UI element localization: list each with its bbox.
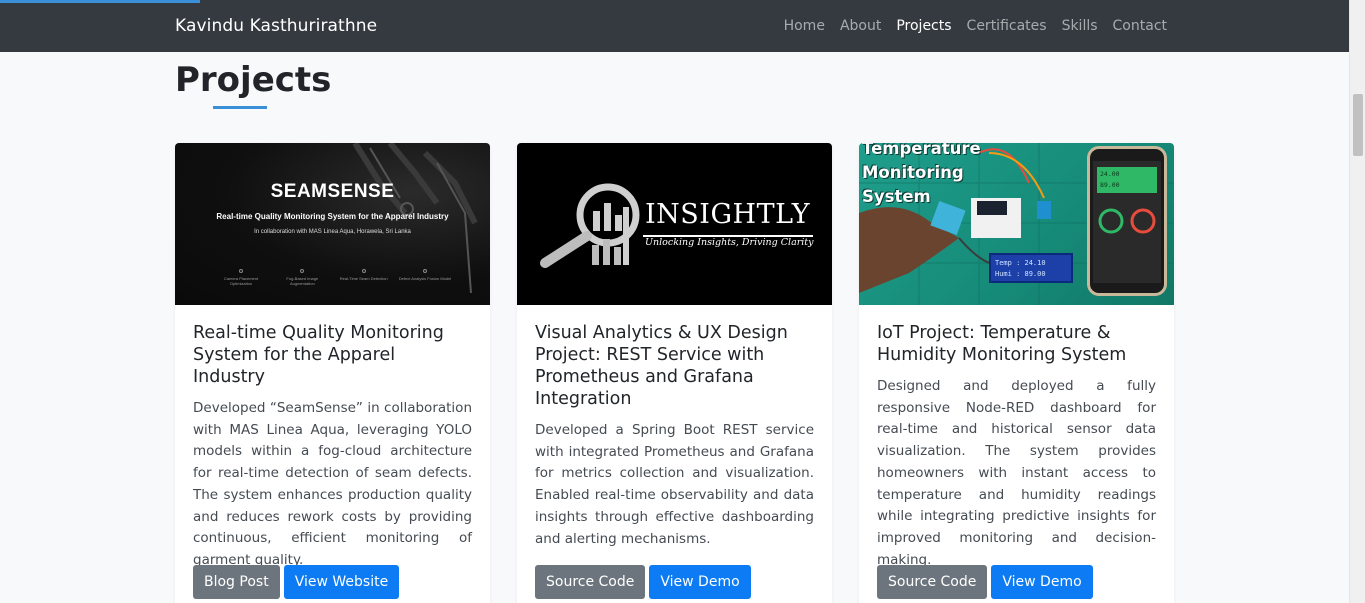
source-code-button[interactable]: Source Code [877,565,988,599]
feature-item: Real-Time Seam Detection [336,269,392,286]
seamsense-subtitle: Real-time Quality Monitoring System for … [216,212,449,221]
project-image-iot: Temperature Monitoring System Temp : 24.… [859,143,1174,305]
scroll-progress-bar [0,0,200,3]
seamsense-features: Camera Placement Optimization Fog-Based … [213,269,453,286]
feature-item: Camera Placement Optimization [213,269,269,286]
page-scrollbar[interactable] [1349,0,1365,603]
feature-item: Fog-Based Image Augmentation [274,269,330,286]
card-actions: Source Code View Demo [535,565,751,599]
nav-link-certificates[interactable]: Certificates [967,18,1047,34]
project-image-seamsense: SEAMSENSE Real-time Quality Monitoring S… [175,143,490,305]
card-description: Developed a Spring Boot REST service wit… [535,422,814,547]
seamsense-logo: SEAMSENSE [270,181,395,202]
nav-link-skills[interactable]: Skills [1062,18,1098,34]
view-website-button[interactable]: View Website [283,565,400,599]
title-underline [213,106,267,109]
lcd-display: Temp : 24.10 Humi : 89.00 [989,253,1073,283]
view-demo-button[interactable]: View Demo [991,565,1093,599]
brand-logo[interactable]: Kavindu Kasthurirathne [175,16,377,36]
nav-links: Home About Projects Certificates Skills … [784,18,1167,34]
blog-post-button[interactable]: Blog Post [193,565,280,599]
card-description: Designed and deployed a fully responsive… [877,378,1156,568]
nav-link-home[interactable]: Home [784,18,825,34]
nav-link-contact[interactable]: Contact [1113,18,1167,34]
source-code-button[interactable]: Source Code [535,565,646,599]
card-body: IoT Project: Temperature & Humidity Moni… [859,305,1174,571]
card-title: Real-time Quality Monitoring System for … [193,323,444,387]
card-actions: Blog Post View Website [193,565,400,599]
insightly-tagline: Unlocking Insights, Driving Clarity [645,237,814,248]
card-title: Visual Analytics & UX Design Project: RE… [535,323,788,409]
iot-image-heading: Temperature Monitoring System [862,143,981,206]
insightly-logo: INSIGHTLY [645,199,811,230]
seamsense-collab: In collaboration with MAS Linea Aqua, Ho… [254,229,411,235]
card-body: Visual Analytics & UX Design Project: RE… [517,305,832,550]
view-demo-button[interactable]: View Demo [649,565,751,599]
card-title: IoT Project: Temperature & Humidity Moni… [877,323,1127,365]
phone-mockup: 24.00 89.00 [1087,146,1167,296]
feature-item: Defect Analysis Fusion Model [397,269,453,286]
navbar: Kavindu Kasthurirathne Home About Projec… [0,0,1349,52]
card-actions: Source Code View Demo [877,565,1093,599]
card-description: Developed “SeamSense” in collaboration w… [193,400,472,568]
section-title: Projects [175,60,332,100]
nav-link-about[interactable]: About [840,18,881,34]
project-card-insightly: INSIGHTLY Unlocking Insights, Driving Cl… [517,143,832,603]
card-body: Real-time Quality Monitoring System for … [175,305,490,572]
gauge-icon [1098,208,1156,234]
nav-link-projects[interactable]: Projects [896,18,951,34]
project-card-iot: Temperature Monitoring System Temp : 24.… [859,143,1174,603]
project-card-seamsense: SEAMSENSE Real-time Quality Monitoring S… [175,143,490,603]
scrollbar-thumb[interactable] [1353,94,1363,156]
project-image-insightly: INSIGHTLY Unlocking Insights, Driving Cl… [517,143,832,305]
